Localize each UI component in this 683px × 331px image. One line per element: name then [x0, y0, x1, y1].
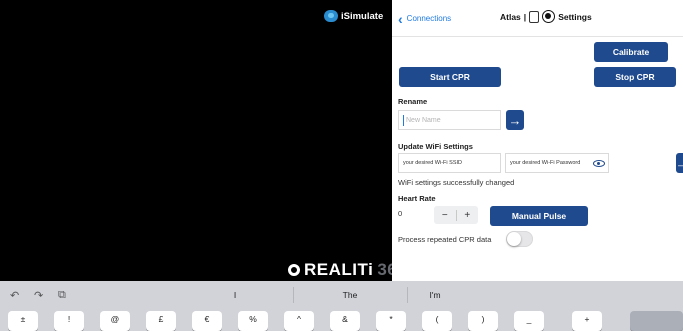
wifi-ssid-value: your desired Wi-Fi SSID: [403, 160, 462, 166]
navigation-bar: ‹ Connections Atlas | Settings: [392, 0, 683, 37]
paste-icon[interactable]: ⧉: [58, 289, 66, 302]
arrow-right-icon: →: [509, 113, 522, 128]
key-close-paren[interactable]: ): [468, 311, 498, 331]
heart-rate-label: Heart Rate: [398, 194, 436, 203]
key-plus[interactable]: +: [572, 311, 602, 331]
keyboard-suggestion-bar: ↶ ↷ ⧉ I The I'm: [0, 281, 683, 309]
text-cursor: [403, 115, 404, 126]
suggestion-1[interactable]: I: [220, 290, 250, 300]
realiti-watermark: REALITi360: [288, 260, 407, 280]
manikin-icon: [529, 11, 539, 23]
decrement-button[interactable]: −: [434, 210, 456, 221]
key-caret[interactable]: ^: [284, 311, 314, 331]
redo-icon[interactable]: ↷: [34, 289, 43, 302]
key-pound[interactable]: £: [146, 311, 176, 331]
toggle-knob: [507, 232, 521, 246]
suggestion-3[interactable]: I'm: [420, 290, 450, 300]
increment-button[interactable]: +: [457, 210, 479, 221]
back-button[interactable]: ‹ Connections: [398, 14, 451, 23]
key-euro[interactable]: €: [192, 311, 222, 331]
stop-cpr-button[interactable]: Stop CPR: [594, 67, 676, 87]
page-title-prefix: Atlas: [500, 12, 521, 22]
watermark-text: REALITi: [304, 260, 373, 280]
chevron-left-icon: ‹: [398, 15, 403, 23]
manual-pulse-button[interactable]: Manual Pulse: [490, 206, 588, 226]
wifi-ssid-input[interactable]: your desired Wi-Fi SSID: [398, 153, 501, 173]
connection-status-icon: [542, 10, 555, 23]
rename-placeholder: New Name: [406, 117, 441, 124]
key-open-paren[interactable]: (: [422, 311, 452, 331]
key-ampersand[interactable]: &: [330, 311, 360, 331]
key-asterisk[interactable]: *: [376, 311, 406, 331]
page-title-separator: |: [524, 12, 526, 22]
key-underscore[interactable]: _: [514, 311, 544, 331]
rename-label: Rename: [398, 97, 427, 106]
wifi-submit-button[interactable]: →: [676, 153, 683, 173]
rename-input[interactable]: New Name: [398, 110, 501, 130]
key-plus-minus[interactable]: ±: [8, 311, 38, 331]
heart-rate-stepper: − +: [434, 206, 478, 224]
wifi-status-text: WiFi settings successfully changed: [398, 178, 514, 187]
key-percent[interactable]: %: [238, 311, 268, 331]
isimulate-logo-text: iSimulate: [341, 11, 383, 22]
heart-rate-value: 0: [398, 209, 402, 218]
wifi-heading: Update WiFi Settings: [398, 142, 473, 151]
page-title: Atlas | Settings: [500, 10, 592, 23]
wifi-password-value: your desired Wi-Fi Password: [510, 160, 580, 166]
settings-panel: ‹ Connections Atlas | Settings Calibrate…: [392, 0, 683, 281]
eye-icon[interactable]: [593, 160, 605, 167]
process-repeated-label: Process repeated CPR data: [398, 235, 491, 244]
undo-icon[interactable]: ↶: [10, 289, 19, 302]
key-delete[interactable]: [630, 311, 683, 331]
key-exclamation[interactable]: !: [54, 311, 84, 331]
key-at[interactable]: @: [100, 311, 130, 331]
calibrate-button[interactable]: Calibrate: [594, 42, 668, 62]
start-cpr-button[interactable]: Start CPR: [399, 67, 501, 87]
suggestion-2[interactable]: The: [330, 290, 370, 300]
suggestion-divider: [293, 287, 294, 303]
arrow-right-icon: →: [676, 156, 683, 171]
suggestion-divider: [407, 287, 408, 303]
page-title-suffix: Settings: [558, 12, 592, 22]
rename-submit-button[interactable]: →: [506, 110, 524, 130]
process-repeated-toggle[interactable]: [506, 231, 533, 247]
isimulate-logo-icon: [324, 10, 338, 22]
isimulate-logo: iSimulate: [324, 10, 383, 22]
realiti-logo-icon: [288, 264, 300, 276]
simulator-video-area: iSimulate REALITi360: [0, 0, 392, 281]
back-button-label: Connections: [407, 14, 451, 23]
